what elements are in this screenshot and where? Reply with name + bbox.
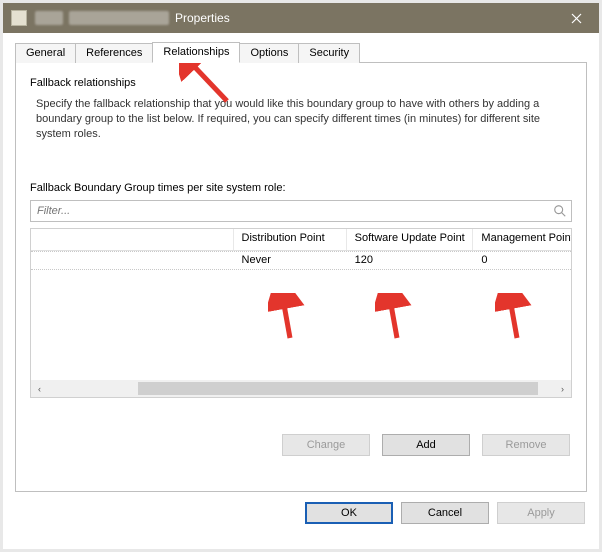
- add-button[interactable]: Add: [382, 434, 470, 456]
- tab-references-label: References: [86, 47, 142, 59]
- tabpanel-relationships: Fallback relationships Specify the fallb…: [15, 62, 587, 492]
- add-button-label: Add: [416, 439, 436, 451]
- col-name[interactable]: [31, 229, 234, 250]
- ok-button-label: OK: [341, 507, 357, 519]
- grid-body: Never 120 0: [31, 251, 571, 380]
- cancel-button[interactable]: Cancel: [401, 502, 489, 524]
- tab-options[interactable]: Options: [239, 43, 299, 63]
- fallback-grid[interactable]: Distribution Point Software Update Point…: [30, 228, 572, 398]
- close-button[interactable]: [554, 3, 599, 33]
- remove-button-label: Remove: [506, 439, 547, 451]
- tab-security-label: Security: [309, 47, 349, 59]
- dialog-button-row: OK Cancel Apply: [15, 502, 587, 524]
- titlebar: xxxx xxxxxxxxxxxxxxxx Properties: [3, 3, 599, 33]
- title-redacted-1: xxxx: [35, 11, 63, 25]
- title-redacted-2: xxxxxxxxxxxxxxxx: [69, 11, 169, 25]
- col-distribution-point[interactable]: Distribution Point: [234, 229, 347, 250]
- tab-references[interactable]: References: [75, 43, 153, 63]
- section-header: Fallback relationships: [30, 77, 572, 89]
- cell-dp: Never: [234, 252, 347, 269]
- window-title: xxxx xxxxxxxxxxxxxxxx Properties: [35, 11, 230, 25]
- search-icon: [553, 204, 567, 218]
- tab-options-label: Options: [250, 47, 288, 59]
- grid-button-row: Change Add Remove: [30, 434, 572, 456]
- col-management-point[interactable]: Management Point: [473, 229, 571, 250]
- horizontal-scrollbar[interactable]: ‹ ›: [31, 380, 571, 397]
- tab-general-label: General: [26, 47, 65, 59]
- tab-security[interactable]: Security: [298, 43, 360, 63]
- tab-general[interactable]: General: [15, 43, 76, 63]
- scroll-thumb[interactable]: [138, 382, 538, 395]
- table-row[interactable]: Never 120 0: [31, 251, 571, 270]
- tabstrip: General References Relationships Options…: [15, 41, 587, 62]
- cancel-button-label: Cancel: [428, 507, 462, 519]
- title-suffix: Properties: [175, 11, 230, 25]
- cell-mp: 0: [473, 252, 571, 269]
- app-icon: [11, 10, 27, 26]
- grid-subheader: Fallback Boundary Group times per site s…: [30, 182, 572, 194]
- scroll-right-icon[interactable]: ›: [554, 380, 571, 397]
- apply-button-label: Apply: [527, 507, 555, 519]
- change-button-label: Change: [307, 439, 346, 451]
- ok-button[interactable]: OK: [305, 502, 393, 524]
- cell-name: [31, 252, 234, 269]
- col-software-update-point[interactable]: Software Update Point: [347, 229, 474, 250]
- tab-relationships-label: Relationships: [163, 46, 229, 58]
- apply-button[interactable]: Apply: [497, 502, 585, 524]
- section-description: Specify the fallback relationship that y…: [36, 97, 556, 142]
- remove-button[interactable]: Remove: [482, 434, 570, 456]
- cell-sup: 120: [347, 252, 474, 269]
- filter-input[interactable]: [31, 201, 547, 221]
- scroll-track[interactable]: [48, 380, 554, 397]
- close-icon: [571, 13, 582, 24]
- scroll-left-icon[interactable]: ‹: [31, 380, 48, 397]
- grid-header: Distribution Point Software Update Point…: [31, 229, 571, 251]
- change-button[interactable]: Change: [282, 434, 370, 456]
- tab-relationships[interactable]: Relationships: [152, 42, 240, 63]
- filter-field[interactable]: [30, 200, 572, 222]
